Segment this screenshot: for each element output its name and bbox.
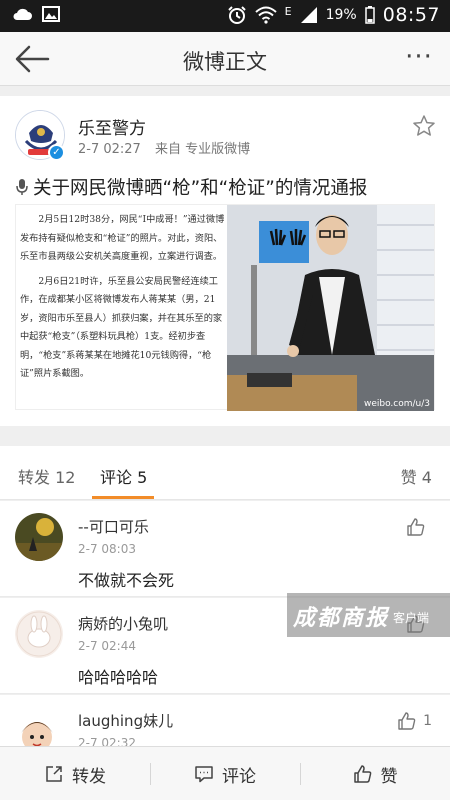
comment-item: --可口可乐 2-7 08:03 不做就不会死	[0, 501, 450, 597]
article-image[interactable]: 2月5日12时38分，网民“Ⅰ中成哥！”通过微博发布持有疑似枪支和“枪证”的照片…	[15, 204, 435, 411]
tab-likes[interactable]: 赞 4	[401, 464, 432, 488]
nav-bar: 微博正文 ···	[0, 32, 450, 86]
page-title: 微博正文	[183, 50, 267, 74]
like-button[interactable]: 赞	[300, 747, 450, 800]
article-paragraph: 2月5日12时38分，网民“Ⅰ中成哥！”通过微博发布持有疑似枪支和“枪证”的照片…	[20, 214, 225, 262]
comment-time: 2-7 08:03	[78, 542, 136, 556]
interaction-tabs: 转发 12 评论 5 赞 4	[0, 446, 450, 500]
watermark-brand: 成都商报	[293, 606, 390, 631]
thumbs-up-icon	[353, 765, 371, 783]
watermark-suffix: 客户端	[393, 611, 430, 625]
suspect-photo: weibo.com/u/3	[227, 205, 434, 411]
network-type: E	[284, 4, 292, 18]
like-label: 赞	[380, 766, 398, 787]
wifi-icon	[254, 6, 277, 24]
comment-avatar[interactable]	[15, 513, 63, 561]
active-tab-indicator	[92, 496, 154, 499]
comment-text: 不做就不会死	[78, 571, 175, 590]
battery-icon	[364, 6, 375, 24]
comment-button[interactable]: 评论	[150, 747, 300, 800]
thumbs-up-icon	[398, 712, 416, 730]
bottom-action-bar: 转发 评论 赞	[0, 746, 450, 800]
photo-watermark: weibo.com/u/3	[363, 399, 430, 409]
repost-button[interactable]: 转发	[0, 747, 150, 800]
comment-label: 评论	[222, 766, 256, 787]
favorite-star-icon[interactable]	[412, 114, 436, 138]
comment-text: 哈哈哈哈哈	[78, 668, 159, 687]
signal-icon	[300, 7, 317, 23]
headline-text: 关于网民微博晒“枪”和“枪证”的情况通报	[33, 178, 368, 199]
verified-badge-icon: ✓	[48, 144, 65, 161]
alarm-icon	[227, 6, 246, 24]
tab-comments[interactable]: 评论 5	[100, 464, 147, 488]
repost-icon	[46, 766, 62, 782]
comment-like-button[interactable]: 1	[397, 711, 432, 731]
tab-reposts[interactable]: 转发 12	[18, 464, 75, 488]
post-meta: 2-7 02:27 来自 专业版微博	[78, 138, 250, 157]
comment-avatar[interactable]	[15, 610, 63, 658]
news-watermark: 成都商报 客户端	[287, 593, 450, 637]
comment-username[interactable]: 病娇的小兔叽	[78, 613, 168, 634]
battery-percent: 19%	[325, 7, 357, 23]
image-icon	[42, 6, 60, 22]
more-options-button[interactable]: ···	[402, 42, 436, 72]
cloud-icon	[13, 8, 32, 20]
article-text: 2月5日12时38分，网民“Ⅰ中成哥！”通过微博发布持有疑似枪支和“枪证”的照片…	[20, 211, 225, 390]
post-time: 2-7 02:27	[78, 142, 141, 157]
thumbs-up-icon	[407, 518, 425, 536]
photo-illustration	[227, 205, 434, 411]
post-source: 来自 专业版微博	[154, 142, 251, 157]
comment-username[interactable]: --可口可乐	[78, 516, 149, 537]
comment-like-count: 1	[423, 713, 432, 729]
post-card: ✓ 乐至警方 2-7 02:27 来自 专业版微博 关于网民微博晒“枪”和“枪证…	[0, 96, 450, 426]
article-paragraph: 2月6日21时许，乐至县公安局民警经连续工作，在成都某小区将微博发布人蒋某某（男…	[20, 275, 223, 380]
comment-time: 2-7 02:44	[78, 639, 136, 653]
post-headline: 关于网民微博晒“枪”和“枪证”的情况通报	[15, 174, 367, 200]
microphone-icon	[16, 179, 28, 195]
clock: 08:57	[382, 4, 440, 26]
avatar-image	[15, 610, 63, 658]
avatar-image	[15, 513, 63, 561]
post-username[interactable]: 乐至警方	[78, 114, 146, 139]
comment-icon	[195, 766, 213, 783]
comment-username[interactable]: laughing妹儿	[78, 710, 173, 731]
comment-like-button[interactable]	[406, 517, 432, 537]
status-bar: E 19% 08:57	[0, 0, 450, 32]
repost-label: 转发	[72, 766, 106, 787]
